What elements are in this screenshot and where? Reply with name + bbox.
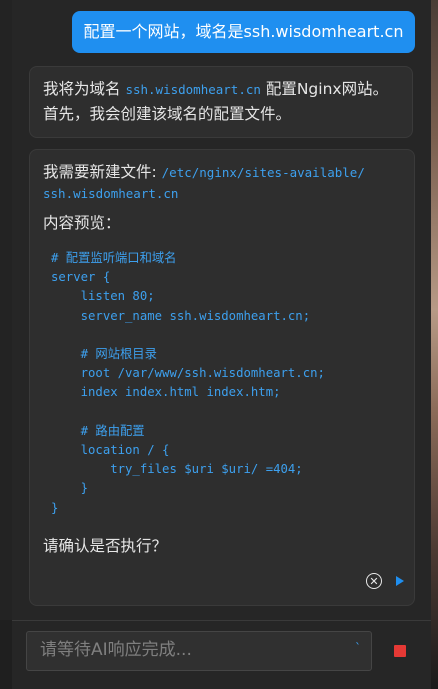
domain-inline-code: ssh.wisdomheart.cn: [125, 82, 261, 97]
chat-input-container: `: [26, 631, 372, 671]
file-proposal-prefix: 我需要新建文件:: [43, 163, 162, 181]
cancel-button[interactable]: ✕: [366, 573, 382, 589]
input-resize-mark: `: [355, 641, 361, 655]
user-message-bubble: 配置一个网站，域名是ssh.wisdomheart.cn: [72, 11, 415, 53]
ai-intro-prefix: 我将为域名: [43, 80, 126, 98]
confirm-prompt: 请确认是否执行？: [43, 536, 168, 555]
left-sidebar-shade: [0, 0, 12, 620]
play-icon[interactable]: [396, 576, 404, 586]
ai-intro-line1: 我将为域名 ssh.wisdomheart.cn 配置Nginx网站。: [43, 77, 399, 102]
proposal-actions: ✕: [366, 573, 404, 589]
file-proposal-line: 我需要新建文件: /etc/nginx/sites-available/: [43, 160, 401, 184]
input-divider: [12, 620, 431, 621]
circle-x-icon: ✕: [369, 574, 379, 588]
file-path-part2: ssh.wisdomheart.cn: [43, 186, 179, 201]
file-path-part1: /etc/nginx/sites-available/: [161, 165, 365, 180]
ai-intro-line2: 首先，我会创建该域名的配置文件。: [43, 105, 292, 123]
chat-input[interactable]: [27, 632, 340, 668]
stop-button[interactable]: [394, 645, 406, 657]
nginx-config-code-block: # 配置监听端口和域名 server { listen 80; server_n…: [51, 251, 325, 515]
chat-panel: 配置一个网站，域名是ssh.wisdomheart.cn 我将为域名 ssh.w…: [12, 0, 431, 689]
background-edge: [431, 0, 438, 689]
content-preview-label: 内容预览：: [43, 214, 121, 232]
ai-intro-suffix: 配置Nginx网站。: [260, 80, 389, 98]
ai-message-file-proposal: 我需要新建文件: /etc/nginx/sites-available/ ssh…: [29, 149, 415, 606]
ai-message-intro: 我将为域名 ssh.wisdomheart.cn 配置Nginx网站。 首先，我…: [29, 66, 413, 138]
